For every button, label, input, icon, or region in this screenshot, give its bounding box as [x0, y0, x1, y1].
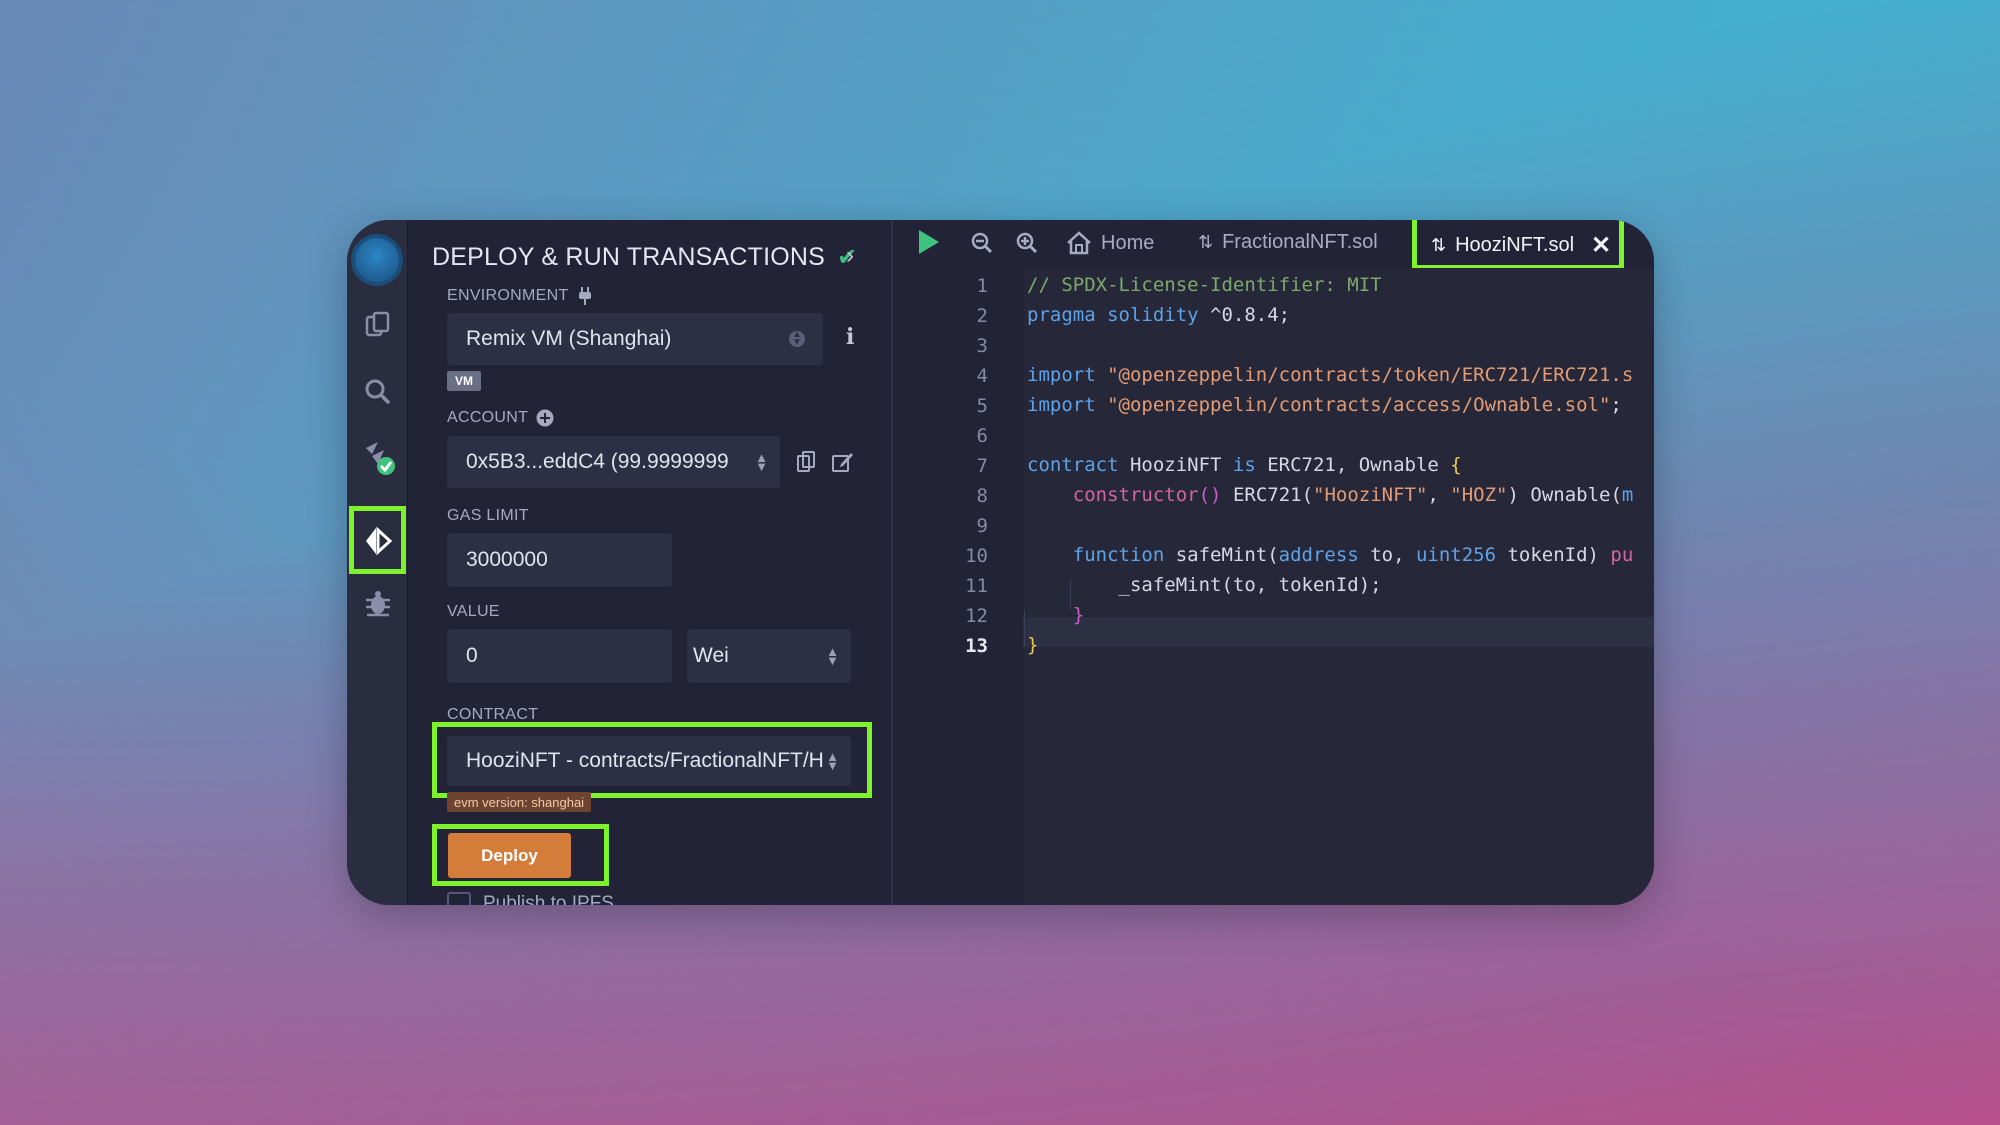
line-number: 12	[965, 605, 988, 627]
select-arrows-icon: ▲ ▼	[789, 330, 805, 348]
file-explorer-icon[interactable]	[347, 300, 408, 350]
publish-ipfs[interactable]: Publish to IPFS	[447, 892, 614, 905]
value-input[interactable]: 0	[447, 629, 672, 683]
code-line: }	[1072, 604, 1085, 626]
file-sync-icon: ⇅	[1198, 232, 1214, 252]
gas-limit-label-text: GAS LIMIT	[447, 507, 529, 524]
icon-rail	[347, 220, 408, 905]
value-label: VALUE	[447, 603, 500, 621]
remix-logo-icon[interactable]	[351, 234, 403, 286]
zoom-in-icon[interactable]	[1016, 232, 1038, 260]
publish-label: Publish to IPFS	[483, 893, 614, 905]
code-line: pragma solidity ^0.8.4;	[1027, 304, 1291, 326]
gas-limit-label: GAS LIMIT	[447, 507, 529, 525]
indent-guide	[1024, 610, 1025, 647]
run-icon[interactable]	[917, 229, 941, 261]
account-label-text: ACCOUNT	[447, 409, 529, 426]
line-number: 11	[965, 575, 988, 597]
line-number: 3	[976, 335, 988, 357]
line-number: 6	[976, 425, 988, 447]
evm-version-badge: evm version: shanghai	[447, 792, 592, 812]
contract-highlight	[432, 722, 872, 798]
code-line: // SPDX-License-Identifier: MIT	[1027, 274, 1382, 296]
select-arrows-icon: ▲ ▼	[755, 450, 768, 474]
tab-home[interactable]: Home	[1066, 231, 1154, 255]
code-line: contract HooziNFT is ERC721, Ownable {	[1027, 454, 1462, 476]
code-line: import "@openzeppelin/contracts/token/ER…	[1027, 364, 1634, 386]
environment-label-text: ENVIRONMENT	[447, 287, 569, 304]
gas-limit-value: 3000000	[466, 548, 548, 571]
line-number: 2	[976, 305, 988, 327]
code-line: _safeMint(to, tokenId);	[1027, 574, 1382, 596]
panel-title: DEPLOY & RUN TRANSACTIONS ✔	[432, 232, 857, 282]
line-number: 10	[965, 545, 988, 567]
line-number: 8	[976, 485, 988, 507]
environment-select[interactable]: Remix VM (Shanghai) ▲ ▼	[447, 313, 823, 365]
account-value: 0x5B3...eddC4 (99.9999999	[466, 450, 729, 473]
code-line: import "@openzeppelin/contracts/access/O…	[1027, 394, 1622, 416]
line-number: 4	[976, 365, 988, 387]
tab-home-label: Home	[1101, 231, 1155, 254]
debugger-icon[interactable]	[347, 578, 408, 628]
line-number: 13	[965, 635, 988, 657]
tab-fractionalnft-label: FractionalNFT.sol	[1222, 231, 1378, 253]
plus-circle-icon[interactable]	[536, 409, 554, 427]
copy-icon[interactable]	[796, 451, 816, 478]
edit-icon[interactable]	[832, 451, 854, 478]
value-label-text: VALUE	[447, 603, 500, 620]
environment-label: ENVIRONMENT	[447, 286, 593, 306]
code-line: function safeMint(address to, uint256 to…	[1072, 544, 1634, 566]
deploy-panel: DEPLOY & RUN TRANSACTIONS ✔ › ENVIRONMEN…	[408, 220, 893, 905]
plug-icon	[578, 287, 591, 305]
select-arrows-icon: ▲ ▼	[826, 644, 839, 668]
panel-title-text: DEPLOY & RUN TRANSACTIONS	[432, 242, 826, 271]
deploy-highlight	[432, 824, 609, 886]
home-icon	[1067, 231, 1091, 255]
environment-value: Remix VM (Shanghai)	[466, 327, 672, 350]
deploy-icon-highlight	[349, 506, 406, 574]
line-number: 5	[976, 395, 988, 417]
account-select[interactable]: 0x5B3...eddC4 (99.9999999 ▲ ▼	[447, 436, 780, 488]
info-icon[interactable]: i	[846, 324, 854, 350]
line-number: 7	[976, 455, 988, 477]
editor: Home ⇅ FractionalNFT.sol ⇅ HooziNFT.sol …	[893, 220, 1654, 905]
line-number: 9	[976, 515, 988, 537]
code-line: constructor() ERC721("HooziNFT", "HOZ") …	[1072, 484, 1634, 506]
tab-bar: Home ⇅ FractionalNFT.sol ⇅ HooziNFT.sol …	[893, 220, 1654, 270]
gas-limit-input[interactable]: 3000000	[447, 533, 672, 587]
line-number: 1	[976, 275, 988, 297]
search-icon[interactable]	[347, 367, 408, 417]
publish-checkbox[interactable]	[447, 892, 471, 905]
code-line: }	[1027, 634, 1039, 656]
active-tab-highlight	[1412, 220, 1624, 270]
remix-window: DEPLOY & RUN TRANSACTIONS ✔ › ENVIRONMEN…	[347, 220, 1654, 905]
value-unit-select[interactable]: Wei ▲ ▼	[687, 629, 851, 683]
value-unit: Wei	[693, 644, 729, 667]
value-amount: 0	[466, 644, 478, 667]
vm-badge: VM	[447, 371, 481, 391]
zoom-out-icon[interactable]	[971, 232, 993, 260]
tab-fractionalnft[interactable]: ⇅ FractionalNFT.sol	[1198, 231, 1378, 254]
chevron-right-icon[interactable]: ›	[846, 242, 854, 270]
compiler-icon[interactable]	[347, 433, 408, 483]
account-label: ACCOUNT	[447, 409, 554, 427]
